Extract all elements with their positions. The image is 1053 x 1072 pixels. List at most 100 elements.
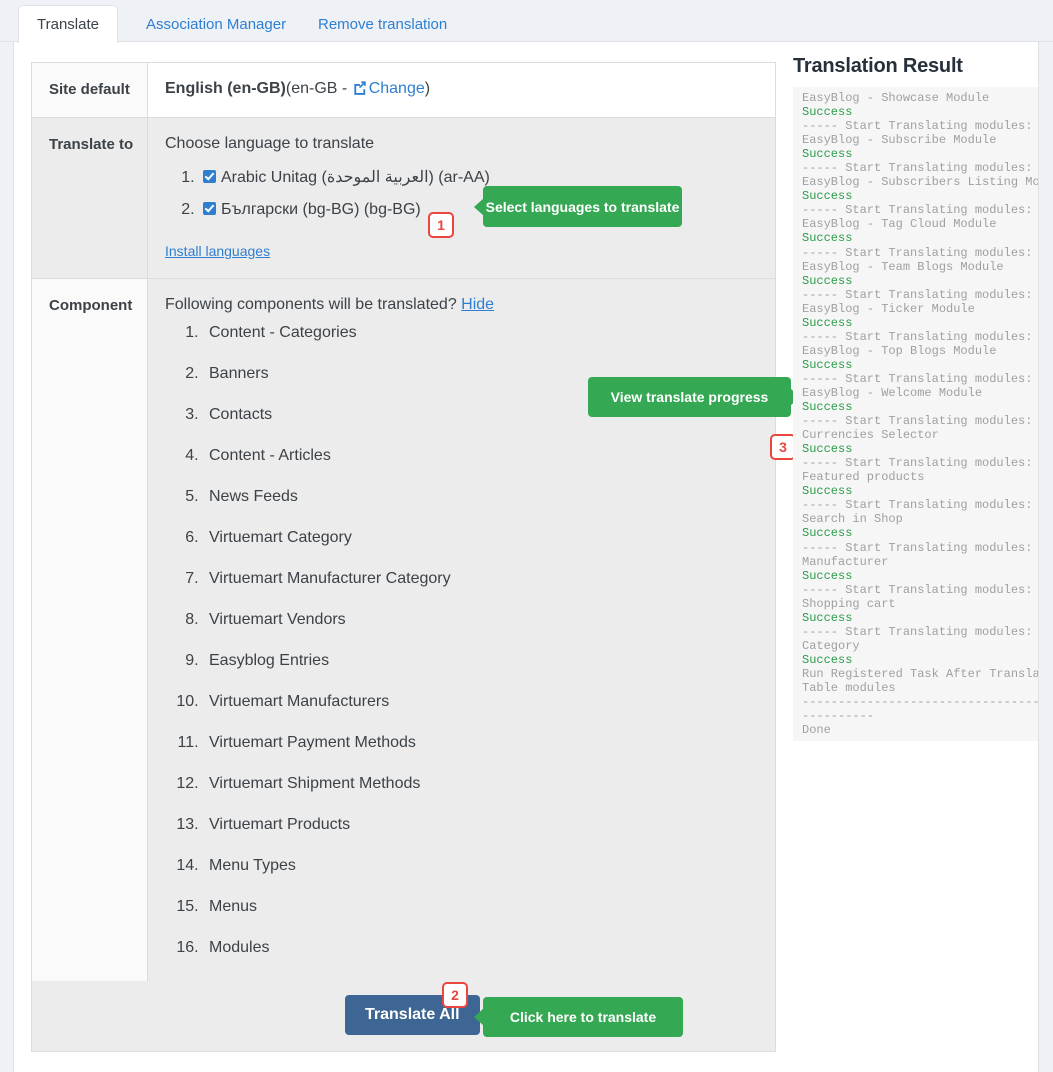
list-item: Content - Categories xyxy=(203,324,758,342)
site-default-paren-open: (en-GB - xyxy=(285,80,352,97)
choose-language-heading: Choose language to translate xyxy=(165,135,375,153)
translation-result-panel: Translation Result EasyBlog - Showcase M… xyxy=(793,55,1053,755)
log-line: ---------------------------------- xyxy=(802,695,1038,710)
log-line: Done xyxy=(802,723,831,738)
tab-translate[interactable]: Translate xyxy=(18,5,118,43)
callout-click-to-translate: Click here to translate xyxy=(474,997,683,1037)
language-item-ar-AA[interactable]: Arabic Unitag (العربية الموحدة) (ar-AA) xyxy=(199,167,758,187)
log-line: EasyBlog - Subscribers Listing Mo xyxy=(802,175,1038,190)
list-item: Virtuemart Shipment Methods xyxy=(203,775,758,793)
log-line: EasyBlog - Ticker Module xyxy=(802,301,975,316)
change-language-link[interactable]: Change xyxy=(369,80,425,97)
translation-result-title: Translation Result xyxy=(793,55,963,77)
log-line: ----- Start Translating modules: xyxy=(802,329,1033,344)
log-line: ----- Start Translating modules: xyxy=(802,287,1033,302)
log-line: Shopping cart xyxy=(802,596,896,611)
translate-to-label: Translate to xyxy=(32,118,148,279)
language-label-ar-AA: Arabic Unitag (العربية الموحدة) (ar-AA) xyxy=(221,169,490,187)
log-line: Currencies Selector xyxy=(802,428,939,443)
list-item: Virtuemart Category xyxy=(203,529,758,547)
log-line-success: Success xyxy=(802,189,853,204)
language-label-bg-BG: Български (bg-BG) (bg-BG) xyxy=(221,201,421,219)
log-line: ---------- xyxy=(802,709,875,724)
list-item: Virtuemart Manufacturer Category xyxy=(203,570,758,588)
list-item: News Feeds xyxy=(203,488,758,506)
log-line: ----- Start Translating modules: xyxy=(802,245,1033,260)
log-line: ----- Start Translating modules: V xyxy=(802,540,1038,555)
log-line: EasyBlog - Subscribe Module xyxy=(802,133,997,148)
log-line: ----- Start Translating modules: V xyxy=(802,498,1038,513)
left-gutter xyxy=(0,42,14,1072)
site-default-value: English (en-GB)(en-GB - Change) xyxy=(148,63,775,118)
install-languages-link[interactable]: Install languages xyxy=(165,243,270,259)
log-line: Search in Shop xyxy=(802,512,903,527)
log-line-success: Success xyxy=(802,105,853,120)
log-line-success: Success xyxy=(802,484,853,499)
checkbox-bg-BG[interactable] xyxy=(203,202,216,216)
callout-tail-icon xyxy=(474,1008,484,1026)
translation-page: Translate Association Manager Remove tra… xyxy=(0,0,1053,1072)
tab-bar: Translate Association Manager Remove tra… xyxy=(0,0,1053,43)
log-line-success: Success xyxy=(802,357,853,372)
log-line: Manufacturer xyxy=(802,554,889,569)
step-badge-2: 2 xyxy=(442,982,468,1008)
tab-remove-translation-label: Remove translation xyxy=(318,15,448,33)
callout-select-languages-label: Select languages to translate xyxy=(485,198,680,215)
tab-translate-label: Translate xyxy=(37,16,99,33)
callout-view-progress-label: View translate progress xyxy=(610,389,769,405)
log-line-success: Success xyxy=(802,231,853,246)
site-default-language: English (en-GB) xyxy=(165,80,286,97)
tab-association-manager[interactable]: Association Manager xyxy=(128,6,304,42)
component-heading: Following components will be translated? xyxy=(165,296,457,314)
log-line: Category xyxy=(802,638,860,653)
log-line: EasyBlog - Top Blogs Module xyxy=(802,343,997,358)
callout-tail-icon xyxy=(474,197,484,216)
list-item: Virtuemart Manufacturers xyxy=(203,693,758,711)
log-line: ----- Start Translating modules: V xyxy=(802,624,1038,639)
checkbox-ar-AA[interactable] xyxy=(203,170,216,184)
log-line-success: Success xyxy=(802,652,853,667)
tab-association-manager-label: Association Manager xyxy=(146,15,287,33)
callout-view-progress: View translate progress xyxy=(588,377,800,417)
log-line-success: Success xyxy=(802,400,853,415)
log-line-success: Success xyxy=(802,568,853,583)
list-item: Menu Types xyxy=(203,857,758,875)
log-line: ----- Start Translating modules: xyxy=(802,161,1033,176)
list-item: Modules xyxy=(203,939,758,957)
step-badge-1: 1 xyxy=(428,212,454,238)
list-item: Virtuemart Products xyxy=(203,816,758,834)
log-line: ----- Start Translating modules: V xyxy=(802,582,1038,597)
component-heading-wrap: Following components will be translated?… xyxy=(165,296,758,314)
log-line-success: Success xyxy=(802,147,853,162)
log-line: EasyBlog - Tag Cloud Module xyxy=(802,217,997,232)
component-label: Component xyxy=(32,279,148,983)
log-line: Featured products xyxy=(802,470,925,485)
log-line-success: Success xyxy=(802,610,853,625)
component-list: Content - Categories Banners Contacts Co… xyxy=(203,324,758,957)
hide-components-link[interactable]: Hide xyxy=(461,296,494,313)
translation-log[interactable]: EasyBlog - Showcase Module Success ----- S… xyxy=(793,87,1038,741)
log-line: Table modules xyxy=(802,680,896,695)
site-default-label: Site default xyxy=(32,63,148,118)
log-line: EasyBlog - Welcome Module xyxy=(802,385,983,400)
log-line: EasyBlog - Team Blogs Module xyxy=(802,259,1004,274)
log-line: ----- Start Translating modules: xyxy=(802,119,1033,134)
log-line-success: Success xyxy=(802,273,853,288)
log-line: EasyBlog - Showcase Module xyxy=(802,91,990,105)
log-line-success: Success xyxy=(802,526,853,541)
log-line-success: Success xyxy=(802,315,853,330)
log-line-success: Success xyxy=(802,442,853,457)
log-line: ----- Start Translating modules: xyxy=(802,371,1033,386)
list-item: Content - Articles xyxy=(203,447,758,465)
tab-remove-translation[interactable]: Remove translation xyxy=(300,6,465,42)
external-link-icon xyxy=(352,80,367,100)
callout-click-to-translate-label: Click here to translate xyxy=(509,1009,657,1025)
callout-select-languages: Select languages to translate xyxy=(474,186,682,227)
log-line: ----- Start Translating modules: V xyxy=(802,456,1038,471)
list-item: Virtuemart Payment Methods xyxy=(203,734,758,752)
log-line: Run Registered Task After Transla xyxy=(802,666,1038,681)
row-site-default: Site default English (en-GB)(en-GB - Cha… xyxy=(32,63,775,119)
site-default-paren-close: ) xyxy=(424,80,431,97)
log-line: ----- Start Translating modules: V xyxy=(802,414,1038,429)
list-item: Menus xyxy=(203,898,758,916)
